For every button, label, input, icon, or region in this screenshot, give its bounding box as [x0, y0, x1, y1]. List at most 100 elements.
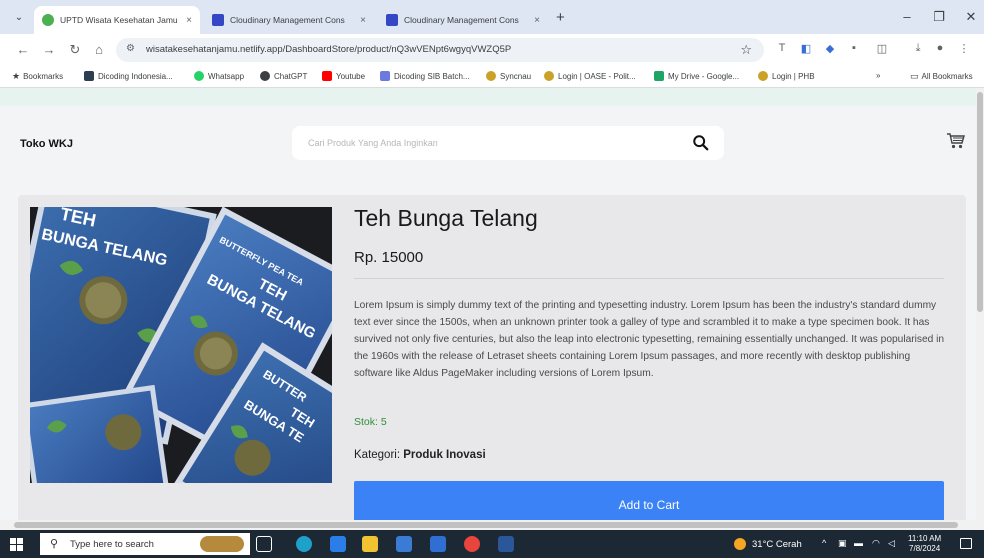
- search-icon: ⚲: [50, 538, 59, 550]
- weather-widget[interactable]: 31°C Cerah: [734, 538, 802, 550]
- category-row: Kategori: Produk Inovasi: [354, 449, 486, 461]
- windows-start-icon[interactable]: [10, 538, 23, 551]
- kebab-menu-icon[interactable]: ⋮: [956, 42, 972, 55]
- chrome-icon[interactable]: [464, 536, 480, 552]
- tab-search-chevron-icon[interactable]: ⌄: [10, 9, 28, 27]
- bookmark-item[interactable]: Login | PHB: [758, 71, 815, 81]
- bookmark-item[interactable]: ★ Bookmarks: [12, 71, 63, 82]
- add-to-cart-button[interactable]: Add to Cart: [354, 481, 944, 523]
- bookmark-label: Bookmarks: [23, 72, 64, 81]
- notification-icon[interactable]: [960, 538, 972, 549]
- mail-icon[interactable]: [430, 536, 446, 552]
- new-tab-button[interactable]: +: [556, 9, 565, 26]
- bookmark-label: ChatGPT: [274, 71, 308, 81]
- search-icon[interactable]: [692, 134, 710, 152]
- browser-tab-uptd[interactable]: UPTD Wisata Kesehatan Jamu ×: [34, 6, 200, 34]
- store-navbar: Toko WKJ: [0, 106, 976, 180]
- whatsapp-icon: [194, 71, 204, 81]
- star-icon: ★: [12, 71, 21, 81]
- bookmark-label: Syncnau: [500, 71, 532, 81]
- sib-icon: [380, 71, 390, 81]
- product-search-box: [292, 126, 724, 160]
- profile-icon[interactable]: ●: [932, 42, 948, 54]
- bookmark-label: My Drive - Google...: [668, 71, 740, 81]
- reload-icon[interactable]: ↻: [66, 41, 84, 59]
- bookmark-item[interactable]: Whatsapp: [194, 71, 244, 81]
- top-strip: [0, 88, 976, 106]
- bookmark-item[interactable]: My Drive - Google...: [654, 71, 739, 81]
- store-icon[interactable]: [396, 536, 412, 552]
- vscode-icon[interactable]: [330, 536, 346, 552]
- tab-close-icon[interactable]: ×: [186, 15, 192, 26]
- system-clock[interactable]: 11:10 AM 7/8/2024: [908, 534, 941, 554]
- bookmark-label: Youtube: [336, 71, 366, 81]
- overflow-chevron-icon: »: [876, 71, 881, 80]
- oase-icon: [544, 71, 554, 81]
- bookmark-label: Whatsapp: [208, 71, 245, 81]
- close-window-icon[interactable]: ✕: [956, 6, 984, 28]
- tray-app-icon[interactable]: ▣: [838, 538, 847, 549]
- bookmark-item[interactable]: Dicoding SIB Batch...: [380, 71, 470, 81]
- address-bar[interactable]: ⚙ wisatakesehatanjamu.netlify.app/Dashbo…: [116, 38, 764, 62]
- uptd-favicon-icon: [42, 14, 54, 26]
- browser-tab-cloudinary-1[interactable]: Cloudinary Management Cons ×: [204, 6, 374, 34]
- youtube-icon: [322, 71, 332, 81]
- bookmark-star-icon[interactable]: ☆: [740, 42, 752, 58]
- product-image[interactable]: TEH BUNGA TELANG BUTTERFLY PEA TEA TEH B…: [30, 207, 332, 483]
- horizontal-scrollbar[interactable]: [0, 520, 976, 530]
- tab-close-icon[interactable]: ×: [534, 15, 540, 26]
- cloudinary-favicon-icon: [386, 14, 398, 26]
- translate-icon[interactable]: T: [774, 42, 790, 54]
- bookmark-label: Dicoding SIB Batch...: [394, 71, 470, 81]
- bookmarks-overflow-button[interactable]: »: [876, 71, 880, 80]
- restore-window-icon[interactable]: ❐: [924, 6, 954, 28]
- clock-time: 11:10 AM: [908, 534, 942, 543]
- tray-overflow-icon[interactable]: ^: [822, 538, 826, 548]
- site-info-icon[interactable]: ⚙: [126, 43, 135, 54]
- extension-icon[interactable]: ◆: [822, 42, 838, 55]
- product-detail-card: TEH BUNGA TELANG BUTTERFLY PEA TEA TEH B…: [18, 195, 966, 530]
- dicoding-icon: [84, 71, 94, 81]
- bookmark-item[interactable]: Login | OASE - Polit...: [544, 71, 636, 81]
- home-icon[interactable]: ⌂: [90, 41, 108, 59]
- vertical-scrollbar[interactable]: [976, 88, 984, 530]
- product-search-input[interactable]: [308, 134, 668, 152]
- tab-close-icon[interactable]: ×: [360, 15, 366, 26]
- browser-toolbar: ← → ↻ ⌂ ⚙ wisatakesehatanjamu.netlify.ap…: [0, 34, 984, 66]
- forward-arrow-icon[interactable]: →: [40, 41, 58, 59]
- scrollbar-thumb[interactable]: [14, 522, 958, 528]
- category-value: Produk Inovasi: [403, 449, 486, 461]
- extension-icon[interactable]: ▪: [846, 42, 862, 54]
- url-text[interactable]: wisatakesehatanjamu.netlify.app/Dashboar…: [146, 44, 511, 55]
- task-view-icon[interactable]: [256, 536, 272, 552]
- browser-tab-cloudinary-2[interactable]: Cloudinary Management Cons ×: [378, 6, 548, 34]
- bookmark-label: Login | OASE - Polit...: [558, 71, 636, 81]
- syncnau-icon: [486, 71, 496, 81]
- taskbar-widget-icon[interactable]: [200, 536, 244, 552]
- product-price: Rp. 15000: [354, 249, 424, 266]
- scrollbar-thumb[interactable]: [977, 92, 983, 312]
- shopping-cart-icon[interactable]: [946, 132, 966, 150]
- all-bookmarks-button[interactable]: ▭ All Bookmarks: [910, 71, 973, 82]
- bookmarks-bar: ★ Bookmarks Dicoding Indonesia... Whatsa…: [0, 66, 984, 88]
- bookmark-item[interactable]: Dicoding Indonesia...: [84, 71, 173, 81]
- bookmark-item[interactable]: Syncnau: [486, 71, 531, 81]
- stock-label: Stok: 5: [354, 416, 387, 428]
- battery-icon[interactable]: ▬: [854, 538, 863, 548]
- bookmark-item[interactable]: Youtube: [322, 71, 365, 81]
- word-icon[interactable]: [498, 536, 514, 552]
- back-arrow-icon[interactable]: ←: [14, 41, 32, 59]
- bookmark-item[interactable]: ChatGPT: [260, 71, 307, 81]
- extensions-puzzle-icon[interactable]: ◫: [874, 42, 890, 55]
- file-explorer-icon[interactable]: [362, 536, 378, 552]
- volume-icon[interactable]: ◁: [888, 538, 895, 549]
- bookmark-label: Login | PHB: [772, 71, 815, 81]
- wifi-icon[interactable]: ◠: [872, 538, 880, 549]
- minimize-icon[interactable]: –: [892, 6, 922, 28]
- weather-text: 31°C Cerah: [752, 538, 802, 550]
- extension-icon[interactable]: ◧: [798, 42, 814, 55]
- category-label: Kategori:: [354, 449, 401, 461]
- download-icon[interactable]: ⤓: [910, 42, 926, 55]
- edge-icon[interactable]: [296, 536, 312, 552]
- store-logo[interactable]: Toko WKJ: [20, 138, 73, 150]
